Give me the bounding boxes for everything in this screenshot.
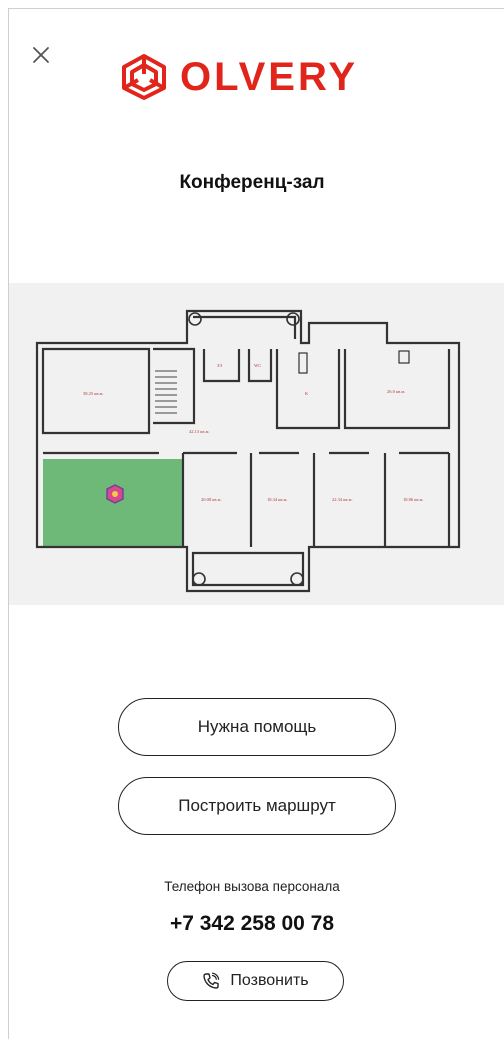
logo-mark-icon xyxy=(122,54,166,100)
location-marker-icon xyxy=(106,484,124,504)
label-corridor: 42.13 кв.м. xyxy=(189,429,210,434)
close-button[interactable] xyxy=(30,40,60,70)
label-room-1: 20.08 кв.м. xyxy=(201,497,222,502)
brand-logo: OLVERY xyxy=(118,52,358,102)
label-room-top-left: 38.25 кв.м. xyxy=(83,391,104,396)
highlighted-room[interactable] xyxy=(43,459,183,547)
phone-caption: Телефон вызова персонала xyxy=(164,879,340,894)
help-button[interactable]: Нужна помощь xyxy=(118,698,396,756)
phone-number: +7 342 258 00 78 xyxy=(169,912,335,935)
build-route-button[interactable]: Построить маршрут xyxy=(118,777,396,835)
label-room-4: 18.86 кв.м. xyxy=(403,497,424,502)
label-room-top-right: 26.0 кв.м. xyxy=(387,389,405,394)
call-button[interactable]: Позвонить xyxy=(167,961,344,1001)
label-room-2: 18.34 кв.м. xyxy=(267,497,288,502)
close-icon xyxy=(33,47,49,63)
label-wc-a: ЗЭ xyxy=(217,363,222,368)
phone-icon xyxy=(203,972,220,989)
label-kitchen: К xyxy=(305,391,309,396)
label-wc-b: WC xyxy=(254,363,261,368)
logo-text: OLVERY xyxy=(180,55,359,99)
label-room-3: 22.34 кв.м. xyxy=(332,497,353,502)
floor-plan[interactable]: 38.25 кв.м. ЗЭ WC К 26.0 кв.м. 42.13 кв.… xyxy=(9,283,504,605)
room-title: Конференц-зал xyxy=(179,172,325,193)
floor-plan-drawing: 38.25 кв.м. ЗЭ WC К 26.0 кв.м. 42.13 кв.… xyxy=(35,309,461,593)
call-label: Позвонить xyxy=(230,972,309,989)
